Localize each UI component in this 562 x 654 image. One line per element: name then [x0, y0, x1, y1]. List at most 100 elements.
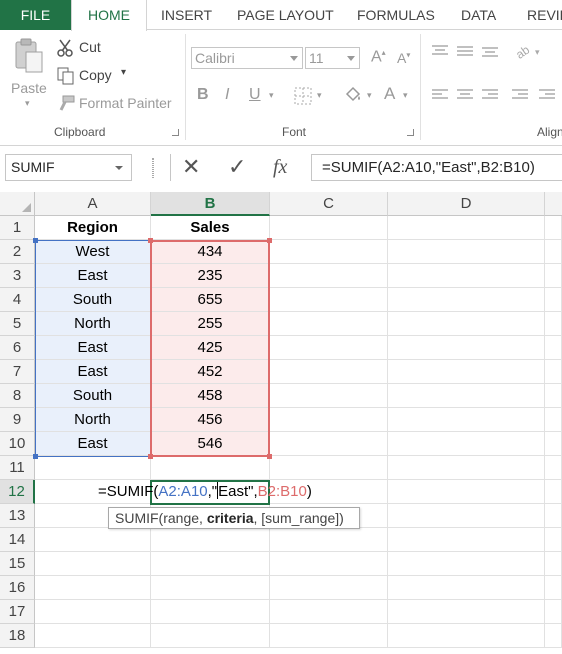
align-left-icon[interactable] — [430, 88, 450, 105]
name-box-dropdown-icon[interactable] — [115, 166, 123, 170]
empty-cell[interactable] — [545, 384, 562, 408]
select-all-button[interactable] — [0, 192, 35, 216]
copy-dropdown-icon[interactable]: ▾ — [121, 67, 126, 78]
empty-cell[interactable] — [270, 240, 388, 264]
row-header-4[interactable]: 4 — [0, 288, 35, 312]
empty-cell[interactable] — [270, 264, 388, 288]
empty-cell[interactable] — [388, 576, 545, 600]
region-cell[interactable]: East — [35, 360, 151, 384]
sales-cell[interactable]: 452 — [151, 360, 270, 384]
row-header-7[interactable]: 7 — [0, 360, 35, 384]
align-right-icon[interactable] — [480, 88, 500, 105]
orientation-icon[interactable]: ab ▾ — [513, 42, 545, 63]
function-tooltip[interactable]: SUMIF(range, criteria, [sum_range]) — [108, 507, 360, 529]
range-handle[interactable] — [148, 238, 153, 243]
empty-cell[interactable] — [388, 552, 545, 576]
fill-color-dropdown-icon[interactable]: ▾ — [367, 90, 372, 101]
empty-cell[interactable] — [270, 408, 388, 432]
empty-cell[interactable] — [388, 480, 545, 504]
cancel-icon[interactable]: ✕ — [182, 154, 200, 180]
empty-cell[interactable] — [270, 576, 388, 600]
region-cell[interactable]: North — [35, 408, 151, 432]
cell-edit-text[interactable]: =SUMIF(A2:A10,"East",B2:B10) — [36, 481, 336, 503]
tab-data[interactable]: DATA — [461, 0, 496, 30]
column-header-a[interactable]: A — [35, 192, 151, 216]
empty-cell[interactable] — [35, 624, 151, 648]
paste-button[interactable]: Paste — [11, 80, 47, 96]
range-handle[interactable] — [267, 454, 272, 459]
empty-cell[interactable] — [388, 408, 545, 432]
empty-cell[interactable] — [545, 624, 562, 648]
empty-cell[interactable] — [388, 528, 545, 552]
header-cell[interactable]: Region — [35, 216, 151, 240]
empty-cell[interactable] — [35, 528, 151, 552]
align-center-icon[interactable] — [455, 88, 475, 105]
empty-cell[interactable] — [545, 264, 562, 288]
clipboard-launcher-icon[interactable] — [172, 129, 179, 136]
region-cell[interactable]: North — [35, 312, 151, 336]
empty-cell[interactable] — [270, 360, 388, 384]
borders-dropdown-icon[interactable]: ▾ — [317, 90, 322, 101]
sales-cell[interactable]: 546 — [151, 432, 270, 456]
enter-icon[interactable]: ✓ — [228, 154, 246, 180]
empty-cell[interactable] — [151, 552, 270, 576]
shrink-font-button[interactable]: A▾ — [397, 50, 410, 66]
row-header-8[interactable]: 8 — [0, 384, 35, 408]
region-cell[interactable]: West — [35, 240, 151, 264]
cut-button[interactable]: Cut — [79, 39, 101, 55]
copy-button[interactable]: Copy — [79, 67, 112, 83]
sales-cell[interactable]: 425 — [151, 336, 270, 360]
empty-cell[interactable] — [388, 456, 545, 480]
column-header-e[interactable] — [545, 192, 562, 216]
row-header-18[interactable]: 18 — [0, 624, 35, 648]
empty-cell[interactable] — [545, 216, 562, 240]
tab-page-layout[interactable]: PAGE LAYOUT — [237, 0, 334, 30]
formula-input[interactable]: =SUMIF(A2:A10,"East",B2:B10) — [311, 154, 562, 181]
empty-cell[interactable] — [270, 552, 388, 576]
row-header-11[interactable]: 11 — [0, 456, 35, 480]
empty-cell[interactable] — [388, 600, 545, 624]
borders-icon[interactable] — [294, 87, 312, 108]
empty-cell[interactable] — [545, 528, 562, 552]
row-header-3[interactable]: 3 — [0, 264, 35, 288]
italic-button[interactable]: I — [225, 86, 229, 104]
empty-cell[interactable] — [388, 264, 545, 288]
font-color-button[interactable]: A — [384, 84, 395, 104]
empty-cell[interactable] — [545, 360, 562, 384]
empty-cell[interactable] — [151, 624, 270, 648]
range-handle[interactable] — [267, 238, 272, 243]
range-handle[interactable] — [33, 454, 38, 459]
empty-cell[interactable] — [35, 576, 151, 600]
decrease-indent-icon[interactable] — [510, 88, 530, 105]
empty-cell[interactable] — [545, 432, 562, 456]
row-header-9[interactable]: 9 — [0, 408, 35, 432]
empty-cell[interactable] — [388, 288, 545, 312]
region-cell[interactable]: East — [35, 264, 151, 288]
empty-cell[interactable] — [151, 456, 270, 480]
increase-indent-icon[interactable] — [537, 88, 557, 105]
column-header-c[interactable]: C — [270, 192, 388, 216]
empty-cell[interactable] — [388, 504, 545, 528]
empty-cell[interactable] — [388, 216, 545, 240]
row-header-1[interactable]: 1 — [0, 216, 35, 240]
name-box[interactable]: SUMIF — [5, 154, 132, 181]
empty-cell[interactable] — [35, 600, 151, 624]
region-cell[interactable]: South — [35, 384, 151, 408]
empty-cell[interactable] — [388, 336, 545, 360]
empty-cell[interactable] — [388, 624, 545, 648]
empty-cell[interactable] — [35, 552, 151, 576]
empty-cell[interactable] — [388, 432, 545, 456]
sales-cell[interactable]: 655 — [151, 288, 270, 312]
row-header-10[interactable]: 10 — [0, 432, 35, 456]
region-cell[interactable]: East — [35, 336, 151, 360]
empty-cell[interactable] — [151, 600, 270, 624]
empty-cell[interactable] — [545, 504, 562, 528]
copy-icon[interactable] — [57, 67, 75, 88]
row-header-16[interactable]: 16 — [0, 576, 35, 600]
row-header-12[interactable]: 12 — [0, 480, 35, 504]
region-cell[interactable]: East — [35, 432, 151, 456]
empty-cell[interactable] — [270, 216, 388, 240]
formula-bar-grip[interactable] — [152, 158, 154, 178]
tab-review[interactable]: REVIE — [527, 0, 562, 30]
underline-dropdown-icon[interactable]: ▾ — [269, 90, 274, 101]
